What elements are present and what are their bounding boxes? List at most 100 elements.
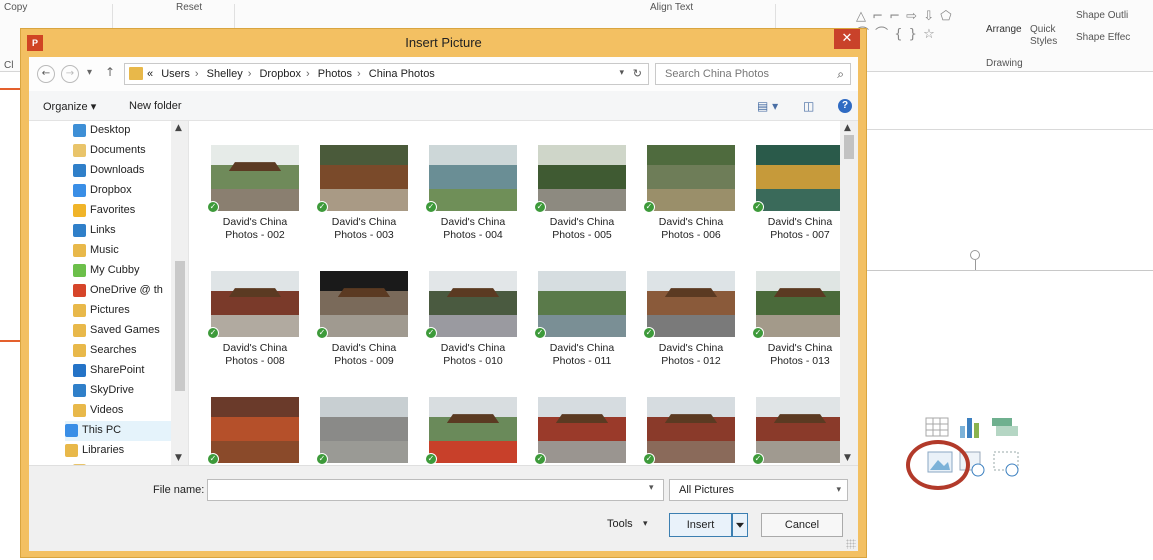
file-tile[interactable]: ✓ David's China Photos - 008 bbox=[203, 271, 307, 397]
sync-status-check-icon: ✓ bbox=[752, 327, 764, 339]
file-tile[interactable]: ✓David's China bbox=[530, 397, 634, 465]
file-name-dropdown-icon[interactable]: ▾ bbox=[649, 483, 654, 493]
scrollbar-thumb[interactable] bbox=[175, 261, 185, 391]
file-list-scrollbar[interactable]: ▲ ▼ bbox=[840, 121, 858, 465]
nav-item-videos[interactable]: Videos bbox=[73, 401, 171, 421]
copy-button[interactable]: Copy bbox=[4, 2, 27, 13]
nav-item-this-pc[interactable]: This PC bbox=[65, 421, 171, 441]
dialog-titlebar[interactable]: P Insert Picture ✕ bbox=[21, 29, 866, 57]
nav-item-links[interactable]: Links bbox=[73, 221, 171, 241]
breadcrumb-item-photos[interactable]: Photos bbox=[318, 68, 352, 80]
file-tile[interactable]: ✓ David's China Photos - 013 bbox=[748, 271, 852, 397]
scroll-down-icon[interactable]: ▼ bbox=[175, 453, 182, 463]
scrollbar-thumb[interactable] bbox=[844, 135, 854, 159]
forward-icon[interactable]: → bbox=[61, 65, 79, 83]
insert-smartart-icon[interactable] bbox=[992, 418, 1018, 436]
up-folder-icon[interactable]: ↑ bbox=[105, 65, 115, 79]
preview-pane-icon[interactable]: ◫ bbox=[803, 99, 814, 113]
nav-item-desktop[interactable]: Desktop bbox=[73, 121, 171, 141]
back-icon[interactable]: ← bbox=[37, 65, 55, 83]
new-folder-button[interactable]: New folder bbox=[129, 100, 182, 112]
breadcrumb-item-china-photos[interactable]: China Photos bbox=[369, 68, 435, 80]
resize-grip[interactable] bbox=[846, 539, 856, 549]
folder-icon bbox=[73, 244, 86, 257]
nav-item-onedrive-th[interactable]: OneDrive @ th bbox=[73, 281, 171, 301]
insert-table-icon[interactable] bbox=[925, 417, 949, 437]
folder-icon bbox=[73, 324, 86, 337]
organize-menu-button[interactable]: Organize ▾ bbox=[43, 100, 96, 113]
clipboard-group-label: Cl bbox=[4, 60, 14, 71]
help-icon[interactable]: ? bbox=[838, 99, 852, 113]
file-tile[interactable]: ✓ David's China Photos - 012 bbox=[639, 271, 743, 397]
scroll-down-icon[interactable]: ▼ bbox=[844, 453, 851, 463]
nav-item-skydrive[interactable]: SkyDrive bbox=[73, 381, 171, 401]
file-tile[interactable]: ✓David's China bbox=[312, 397, 416, 465]
navigation-pane-scrollbar[interactable]: ▲ ▼ bbox=[171, 121, 188, 465]
file-tile[interactable]: ✓ David's China Photos - 005 bbox=[530, 145, 634, 271]
tools-dropdown-icon[interactable]: ▾ bbox=[643, 519, 648, 529]
file-name-caption: David's China Photos - 011 bbox=[530, 342, 634, 368]
file-tile[interactable]: ✓David's China bbox=[421, 397, 525, 465]
insert-chart-icon[interactable] bbox=[960, 418, 979, 438]
file-tile[interactable]: ✓ David's China Photos - 004 bbox=[421, 145, 525, 271]
file-tile[interactable]: ✓ David's China Photos - 010 bbox=[421, 271, 525, 397]
nav-item-saved-games[interactable]: Saved Games bbox=[73, 321, 171, 341]
nav-item-downloads[interactable]: Downloads bbox=[73, 161, 171, 181]
close-button[interactable]: ✕ bbox=[834, 29, 860, 49]
search-input[interactable]: Search China Photos ⌕ bbox=[655, 63, 851, 85]
nav-item-searches[interactable]: Searches bbox=[73, 341, 171, 361]
tools-menu-button[interactable]: Tools bbox=[607, 518, 633, 530]
quick-styles-button[interactable]: Quick Styles bbox=[1030, 24, 1062, 48]
photo-thumbnail bbox=[429, 271, 517, 337]
file-tile[interactable]: ✓ David's China Photos - 007 bbox=[748, 145, 852, 271]
nav-item-dropbox[interactable]: Dropbox bbox=[73, 181, 171, 201]
nav-item-sharepoint[interactable]: SharePoint bbox=[73, 361, 171, 381]
scroll-up-icon[interactable]: ▲ bbox=[844, 123, 851, 133]
file-tile[interactable]: ✓ David's China Photos - 009 bbox=[312, 271, 416, 397]
folder-icon bbox=[73, 384, 86, 397]
file-tile[interactable]: ✓ David's China Photos - 011 bbox=[530, 271, 634, 397]
file-name-input[interactable] bbox=[207, 479, 664, 501]
slide-guide-line bbox=[866, 270, 1153, 271]
reset-button[interactable]: Reset bbox=[176, 2, 202, 13]
align-text-button[interactable]: Align Text bbox=[650, 2, 693, 13]
thumbnail-mid bbox=[320, 164, 408, 192]
file-tile[interactable]: ✓ David's China Photos - 003 bbox=[312, 145, 416, 271]
arrange-button[interactable]: Arrange bbox=[986, 24, 1022, 35]
rotation-handle[interactable] bbox=[970, 250, 980, 260]
drawing-group-label: Drawing bbox=[986, 58, 1023, 69]
nav-item-label: Libraries bbox=[82, 444, 125, 456]
address-history-dropdown-icon[interactable]: ▾ bbox=[619, 68, 624, 78]
insert-video-icon[interactable] bbox=[993, 451, 1019, 477]
nav-item-favorites[interactable]: Favorites bbox=[73, 201, 171, 221]
scroll-up-icon[interactable]: ▲ bbox=[175, 123, 182, 133]
file-tile[interactable]: ✓ David's China Photos - 006 bbox=[639, 145, 743, 271]
nav-item-pictures[interactable]: Pictures bbox=[73, 301, 171, 321]
breadcrumb-item-dropbox[interactable]: Dropbox bbox=[259, 68, 301, 80]
file-type-filter-select[interactable]: All Pictures ▾ bbox=[669, 479, 848, 501]
shape-outline-button[interactable]: Shape Outli bbox=[1076, 10, 1128, 21]
shape-effects-button[interactable]: Shape Effec bbox=[1076, 32, 1130, 43]
search-icon[interactable]: ⌕ bbox=[837, 67, 844, 82]
breadcrumb-item-users[interactable]: Users bbox=[161, 68, 190, 80]
file-tile[interactable]: ✓ David's China Photos - 002 bbox=[203, 145, 307, 271]
shapes-gallery[interactable]: △ ⌐ ⌐ ⇨ ⇩ ⬠ ⌒ ⌒ { } ☆ bbox=[856, 8, 966, 48]
change-view-icon[interactable]: ▤ ▾ bbox=[757, 99, 778, 113]
file-tile[interactable]: ✓David's China bbox=[639, 397, 743, 465]
insert-options-dropdown[interactable] bbox=[732, 513, 748, 537]
breadcrumb-overflow[interactable]: « bbox=[147, 68, 153, 80]
insert-button[interactable]: Insert bbox=[669, 513, 732, 537]
thumbnail-gnd bbox=[211, 440, 299, 463]
recent-locations-icon[interactable]: ▾ bbox=[87, 67, 92, 78]
file-tile[interactable]: ✓David's China bbox=[748, 397, 852, 465]
address-bar[interactable]: « Users › Shelley › Dropbox › Photos › China… bbox=[124, 63, 649, 85]
breadcrumb-item-shelley[interactable]: Shelley bbox=[207, 68, 243, 80]
refresh-icon[interactable]: ↻ bbox=[633, 67, 642, 80]
file-tile[interactable]: ✓David's China bbox=[203, 397, 307, 465]
nav-item-documents[interactable]: Documents bbox=[73, 141, 171, 161]
cancel-button[interactable]: Cancel bbox=[761, 513, 843, 537]
nav-item-libraries[interactable]: Libraries bbox=[65, 441, 171, 461]
nav-item-music[interactable]: Music bbox=[73, 241, 171, 261]
sync-status-check-icon: ✓ bbox=[425, 201, 437, 213]
nav-item-my-cubby[interactable]: My Cubby bbox=[73, 261, 171, 281]
